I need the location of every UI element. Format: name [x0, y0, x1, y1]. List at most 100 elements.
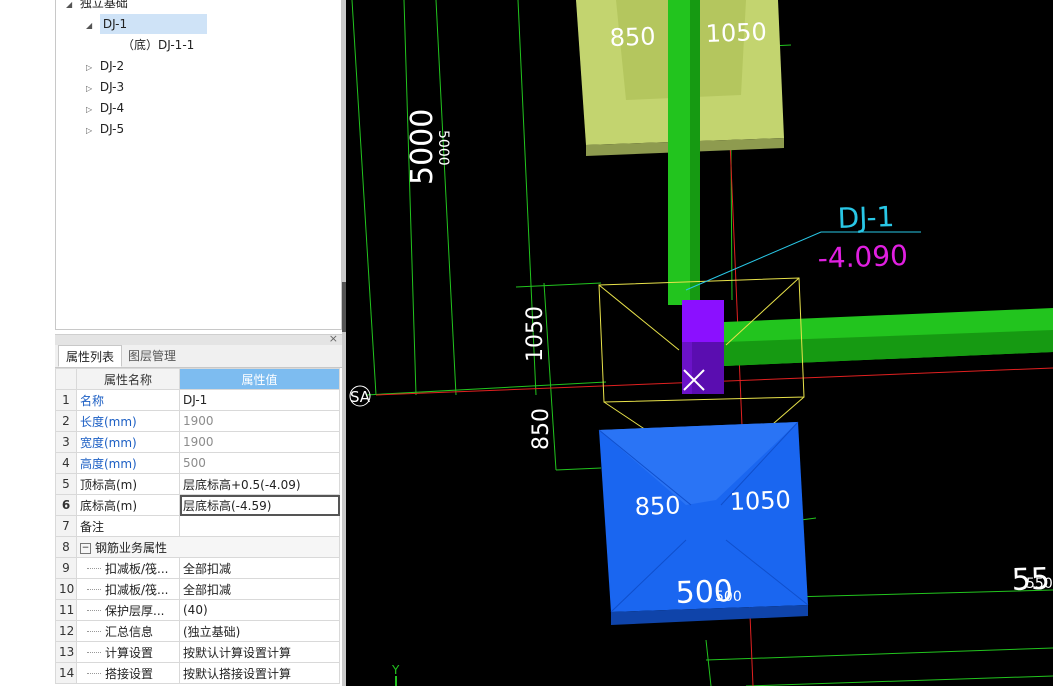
tree-item-dj-4[interactable]: ▷ DJ-4: [86, 98, 124, 118]
property-name: 宽度(mm): [76, 431, 180, 453]
row-index: 9: [55, 557, 77, 579]
element-elevation-label: -4.090: [817, 239, 908, 275]
property-value[interactable]: 1900: [179, 431, 340, 453]
dim-850-left: 850: [529, 408, 554, 450]
row-index: 3: [55, 431, 77, 453]
group-label: 钢筋业务属性: [95, 540, 168, 555]
collapsed-triangle-icon[interactable]: ▷: [86, 58, 96, 78]
tree-root-label: 独立基础: [79, 0, 128, 10]
tree-item-label: DJ-5: [99, 122, 125, 136]
beam-vertical-shade: [690, 0, 700, 305]
row-index: 1: [55, 389, 77, 411]
property-value[interactable]: 全部扣减: [179, 578, 340, 600]
property-value[interactable]: 全部扣减: [179, 557, 340, 579]
table-row[interactable]: 3 宽度(mm) 1900: [55, 431, 340, 453]
property-name: 底标高(m): [76, 494, 180, 516]
collapse-minus-icon[interactable]: −: [80, 542, 91, 554]
property-name: 汇总信息: [76, 620, 180, 642]
y-axis-label: Y: [391, 663, 400, 677]
table-row[interactable]: 14 搭接设置 按默认搭接设置计算: [55, 662, 340, 684]
table-row-group[interactable]: 8 − 钢筋业务属性: [55, 536, 340, 558]
table-row[interactable]: 2 长度(mm) 1900: [55, 410, 340, 432]
dimension-line: [555, 467, 602, 471]
tree-item-label: DJ-2: [99, 59, 125, 73]
expanded-triangle-icon[interactable]: ◢: [86, 16, 96, 36]
dimension-line: [351, 0, 377, 396]
row-index: 5: [55, 473, 77, 495]
close-icon[interactable]: ×: [329, 332, 338, 345]
property-value[interactable]: DJ-1: [179, 389, 340, 411]
tree-item-label: （底）DJ-1-1: [122, 38, 195, 52]
property-name: 保护层厚...: [76, 599, 180, 621]
collapsed-triangle-icon[interactable]: ▷: [86, 121, 96, 141]
cad-viewport[interactable]: 850 1050 5000 5000 1050 850 850 1050 500…: [346, 0, 1053, 686]
property-value[interactable]: 1900: [179, 410, 340, 432]
table-row[interactable]: 7 备注: [55, 515, 340, 537]
tree-item-dj-1-1[interactable]: （底）DJ-1-1: [122, 35, 194, 55]
property-value[interactable]: 500: [179, 452, 340, 474]
row-index: 14: [55, 662, 77, 684]
row-index: 11: [55, 599, 77, 621]
cad-drawing[interactable]: 850 1050 5000 5000 1050 850 850 1050 500…: [346, 0, 1053, 686]
table-row[interactable]: 1 名称 DJ-1: [55, 389, 340, 411]
table-row[interactable]: 4 高度(mm) 500: [55, 452, 340, 474]
property-name: 扣减板/筏...: [76, 578, 180, 600]
table-row[interactable]: 10 扣减板/筏... 全部扣减: [55, 578, 340, 600]
collapsed-triangle-icon[interactable]: ▷: [86, 100, 96, 120]
row-index: 4: [55, 452, 77, 474]
property-name: 顶标高(m): [76, 473, 180, 495]
dimension-line: [705, 639, 712, 686]
tree-item-dj-2[interactable]: ▷ DJ-2: [86, 56, 124, 76]
property-value[interactable]: 按默认搭接设置计算: [179, 662, 340, 684]
dim-5000-small: 5000: [435, 130, 451, 166]
table-row[interactable]: 5 顶标高(m) 层底标高+0.5(-4.09): [55, 473, 340, 495]
property-table: 属性名称 属性值 1 名称 DJ-1 2 长度(mm) 1900 3 宽度(mm…: [55, 368, 340, 684]
property-value[interactable]: (40): [179, 599, 340, 621]
tree-item-label: DJ-3: [99, 80, 125, 94]
left-strip: [0, 0, 55, 686]
dim-5000-big: 5000: [405, 109, 440, 185]
property-name: 名称: [76, 389, 180, 411]
header-index: [55, 368, 77, 390]
table-row[interactable]: 13 计算设置 按默认计算设置计算: [55, 641, 340, 663]
tree-item-label: DJ-1: [99, 14, 207, 34]
tab-properties[interactable]: 属性列表: [58, 345, 123, 367]
dim-1050-left: 1050: [523, 306, 548, 362]
dim-850-bottom: 850: [634, 491, 681, 521]
tree-item-dj-1[interactable]: ◢ DJ-1: [86, 14, 207, 34]
element-name-label: DJ-1: [837, 200, 895, 235]
property-name: 搭接设置: [76, 662, 180, 684]
table-row[interactable]: 6 底标高(m) 层底标高(-4.59): [55, 494, 340, 516]
property-value[interactable]: 按默认计算设置计算: [179, 641, 340, 663]
dim-500-small: 500: [715, 589, 742, 605]
row-index: 10: [55, 578, 77, 600]
dim-1050-top: 1050: [705, 18, 767, 48]
tree-item-dj-3[interactable]: ▷ DJ-3: [86, 77, 124, 97]
property-name: 备注: [76, 515, 180, 537]
table-row[interactable]: 11 保护层厚... (40): [55, 599, 340, 621]
property-value[interactable]: [179, 515, 340, 537]
axis-label: SA: [350, 388, 371, 406]
header-name: 属性名称: [76, 368, 180, 390]
tree-item-dj-5[interactable]: ▷ DJ-5: [86, 119, 124, 139]
dimension-line: [515, 282, 602, 288]
dim-1050-bottom: 1050: [729, 486, 791, 516]
tab-layers[interactable]: 图层管理: [121, 345, 183, 367]
table-row[interactable]: 9 扣减板/筏... 全部扣减: [55, 557, 340, 579]
table-row[interactable]: 12 汇总信息 (独立基础): [55, 620, 340, 642]
property-name: 计算设置: [76, 641, 180, 663]
property-name: 扣减板/筏...: [76, 557, 180, 579]
component-tree: ◢ 独立基础 ◢ DJ-1 （底）DJ-1-1 ▷ DJ-2 ▷ DJ-3 ▷ …: [55, 0, 342, 330]
collapsed-triangle-icon[interactable]: ▷: [86, 79, 96, 99]
column[interactable]: [682, 300, 724, 394]
tree-item-label: DJ-4: [99, 101, 125, 115]
expanded-triangle-icon[interactable]: ◢: [66, 0, 76, 15]
tree-root[interactable]: ◢ 独立基础: [66, 0, 128, 13]
row-index: 13: [55, 641, 77, 663]
property-tabs: 属性列表 图层管理: [55, 345, 342, 368]
property-value[interactable]: (独立基础): [179, 620, 340, 642]
dimension-line: [705, 647, 1053, 661]
panel-splitter[interactable]: ×: [55, 332, 342, 345]
property-value[interactable]: 层底标高+0.5(-4.09): [179, 473, 340, 495]
property-value-editing[interactable]: 层底标高(-4.59): [179, 494, 340, 516]
